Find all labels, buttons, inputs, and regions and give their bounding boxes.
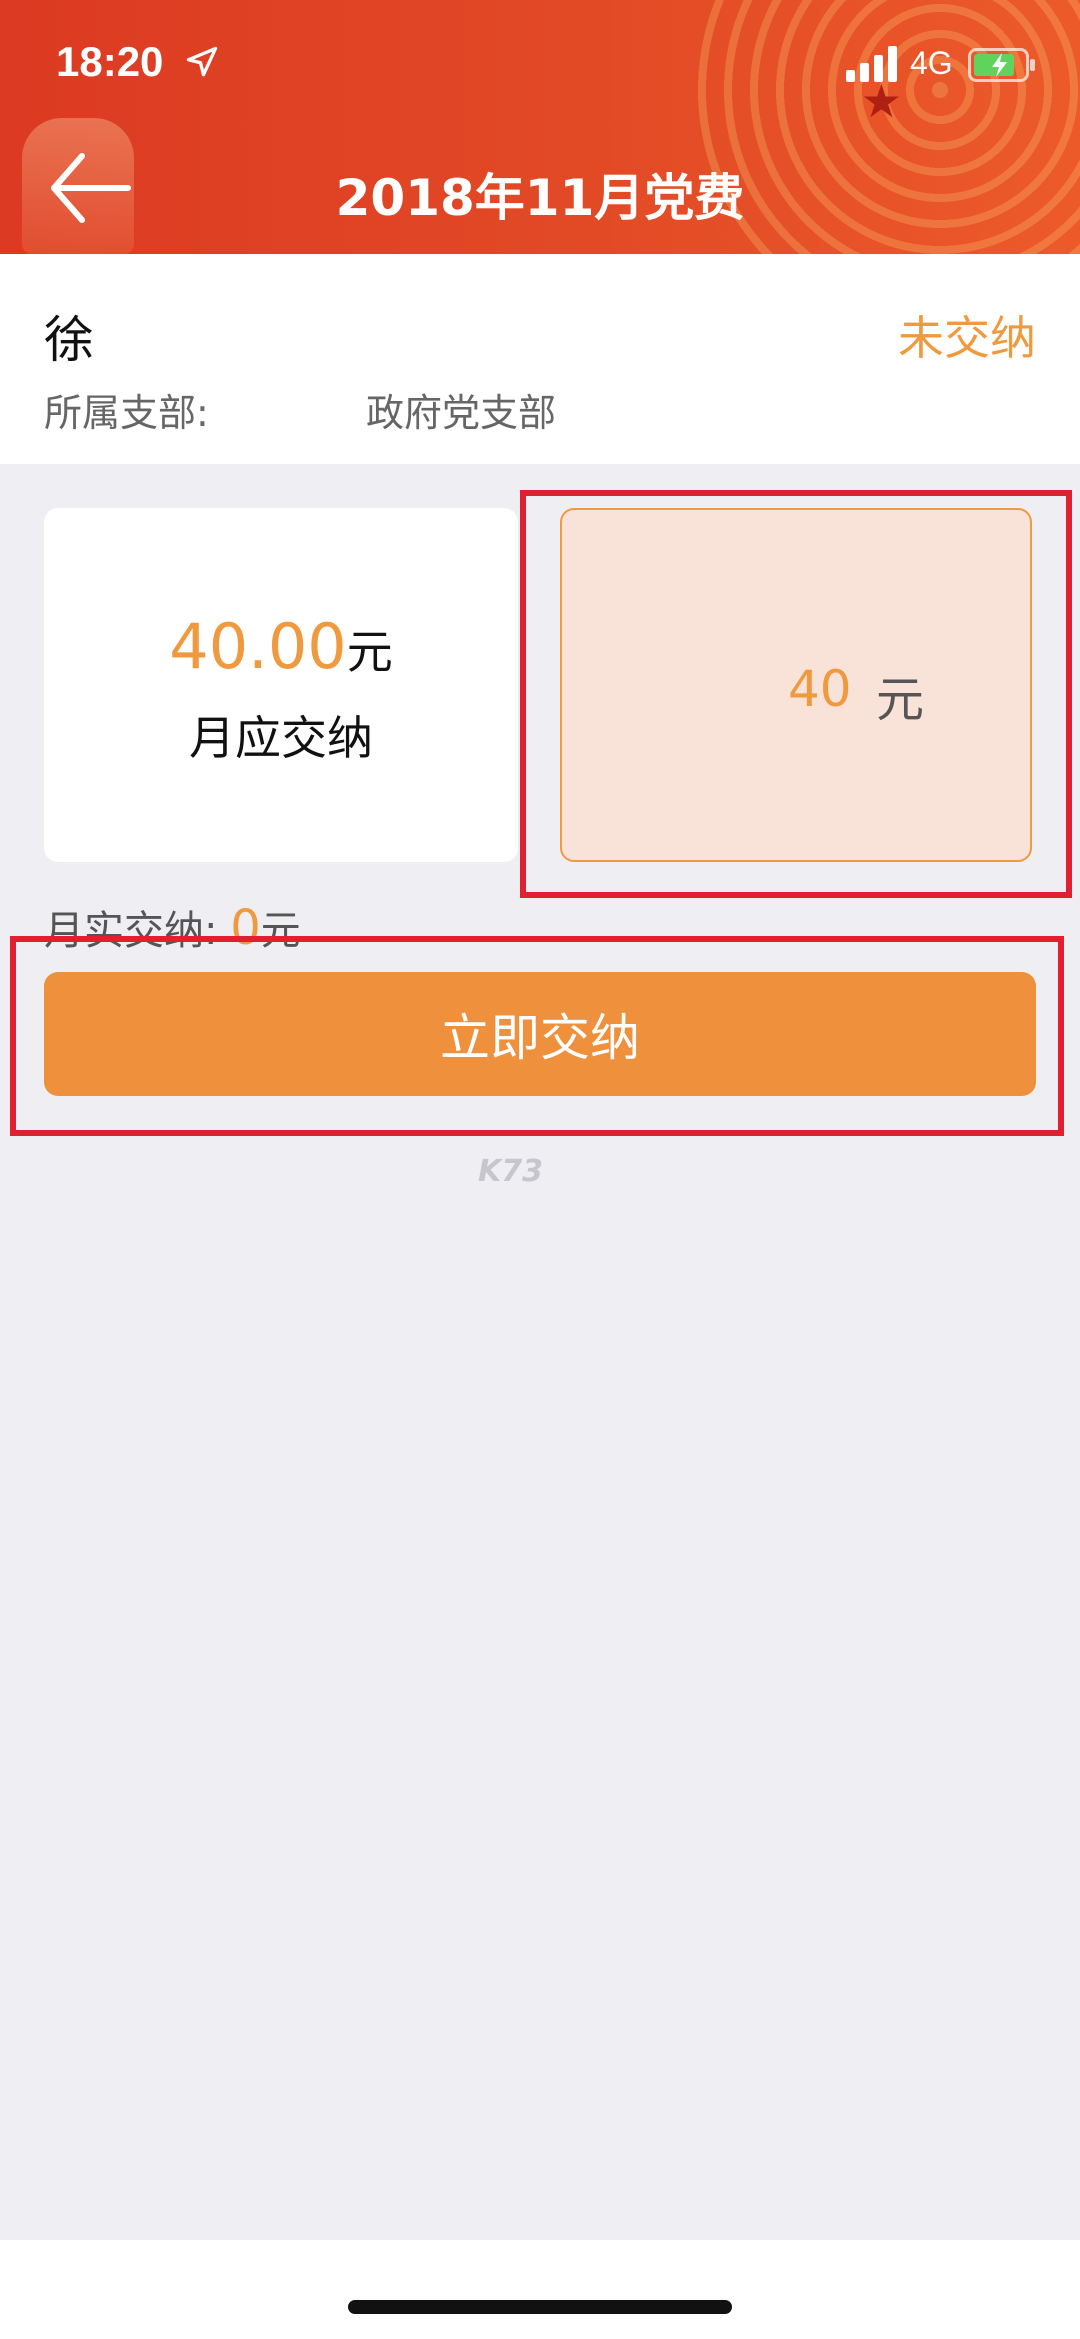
member-name: 徐: [44, 311, 94, 369]
home-indicator[interactable]: [348, 2300, 732, 2314]
battery-charging-icon: [968, 48, 1035, 82]
due-label: 月应交纳: [189, 711, 373, 765]
bottom-bar: [0, 2240, 1080, 2339]
member-info-panel: 徐 未交纳 所属支部: 政府党支部: [0, 254, 1080, 464]
star-icon: ★: [860, 74, 902, 128]
page-title: 2018年11月党费: [335, 169, 745, 227]
signal-icon: [846, 46, 897, 82]
status-time: 18:20: [56, 38, 164, 85]
due-amount-line: 40.00元: [44, 610, 518, 683]
due-unit: 元: [346, 625, 393, 679]
network-type: 4G: [910, 45, 953, 81]
watermark-logo: K73: [478, 1154, 543, 1189]
highlight-box-pay-button: [10, 936, 1064, 1136]
branch-value: 政府党支部: [366, 391, 557, 435]
location-arrow-icon: [186, 46, 218, 77]
highlight-box-amount: [520, 490, 1072, 898]
payment-status: 未交纳: [898, 311, 1036, 365]
branch-label: 所属支部:: [44, 391, 209, 435]
nav-header: ★ 18:20 4G 2018年11月党费: [0, 0, 1080, 254]
due-amount: 40.00: [169, 610, 347, 683]
due-amount-card: 40.00元 月应交纳: [44, 508, 518, 862]
